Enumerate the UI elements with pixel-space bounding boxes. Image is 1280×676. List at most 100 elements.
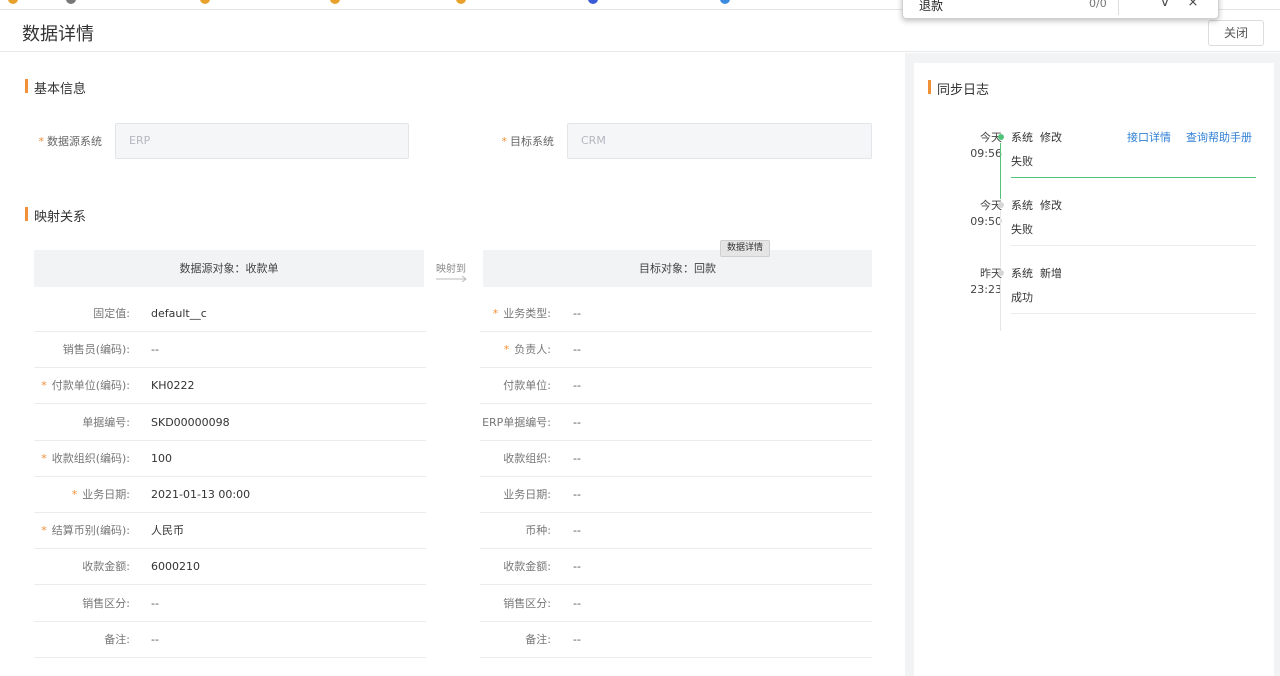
page-title: 数据详情: [22, 24, 94, 45]
required-marker: *: [41, 379, 47, 393]
bookmark-icon[interactable]: [456, 0, 470, 6]
field-label: 收款金额:: [34, 549, 130, 585]
source-system-field[interactable]: ERP: [115, 123, 409, 159]
map-to-label: 映射到: [436, 264, 466, 275]
field-label-text: 业务类型:: [503, 307, 551, 320]
table-row: 固定值: default__c: [34, 296, 426, 332]
find-close-icon[interactable]: ×: [1183, 0, 1203, 13]
find-in-page-bar: 退款 0/0 ^ v ×: [902, 0, 1219, 19]
find-next-icon[interactable]: v: [1155, 0, 1175, 13]
field-label-text: 币种:: [525, 524, 551, 538]
bookmark-icon[interactable]: [200, 0, 214, 6]
log-time: 09:50: [970, 215, 1002, 228]
field-value: 6000210: [151, 560, 200, 574]
field-label: 币种:: [480, 513, 551, 549]
field-label-text: 收款金额:: [503, 560, 551, 574]
sync-log-title: 同步日志: [928, 79, 989, 98]
timeline-line: [1000, 211, 1001, 267]
interface-detail-link[interactable]: 接口详情: [1127, 129, 1171, 145]
field-label: 备注:: [34, 622, 130, 658]
log-actor-action: 系统 修改: [1011, 129, 1062, 145]
field-value: 2021-01-13 00:00: [151, 488, 251, 501]
field-value: --: [151, 632, 159, 646]
field-value[interactable]: --: [573, 441, 581, 477]
log-day: 今天: [980, 131, 1002, 144]
field-label: 收款金额:: [480, 549, 551, 585]
field-value[interactable]: --: [573, 368, 581, 404]
find-match-count: 0/0: [1089, 0, 1107, 10]
bookmark-icon[interactable]: [8, 0, 22, 6]
field-label-text: 单据编号:: [82, 415, 130, 429]
table-row: 单据编号: SKD00000098: [34, 405, 426, 441]
table-row: * 付款单位(编码): KH0222: [34, 368, 426, 405]
table-row: 业务日期: --: [480, 477, 872, 513]
field-value: --: [151, 596, 159, 610]
field-label: * 结算币别(编码):: [34, 513, 130, 549]
target-object-header: 目标对象：回款: [483, 250, 872, 287]
log-time: 09:56: [970, 147, 1002, 160]
field-label: 收款组织:: [480, 441, 551, 477]
log-day: 昨天: [980, 267, 1002, 280]
field-value: 100: [151, 451, 172, 465]
timeline-line: [1000, 143, 1001, 199]
field-value: KH0222: [151, 379, 195, 393]
required-marker: *: [503, 343, 510, 357]
timeline-dot-icon: [998, 270, 1004, 276]
log-divider: [1011, 245, 1256, 246]
field-value: 人民币: [151, 524, 184, 538]
field-label: 销售区分:: [480, 586, 551, 622]
field-label-text: 销售区分:: [503, 596, 551, 610]
field-label-text: 业务日期:: [82, 488, 130, 501]
field-value: --: [573, 560, 581, 574]
required-marker: *: [41, 524, 47, 538]
log-actor: 系统: [1011, 131, 1033, 144]
table-row: 收款金额: --: [480, 549, 872, 586]
timeline-dot-icon: [998, 134, 1004, 140]
timeline-dot-icon: [998, 202, 1004, 208]
find-prev-icon[interactable]: ^: [1129, 0, 1149, 13]
table-row: 备注: --: [34, 622, 426, 658]
timeline-line: [1000, 279, 1001, 331]
field-value: default__c: [151, 307, 207, 320]
field-label: ERP单据编号:: [480, 405, 551, 441]
log-divider: [1011, 177, 1256, 178]
field-value: --: [573, 415, 581, 429]
find-divider: [1118, 0, 1119, 15]
log-time: 23:23: [970, 283, 1002, 296]
bookmark-icon[interactable]: [720, 0, 734, 6]
table-row: 销售区分: --: [34, 586, 426, 622]
field-value: --: [573, 596, 581, 610]
field-label-text: 结算币别(编码):: [51, 524, 130, 538]
source-object-header: 数据源对象：收款单: [34, 250, 424, 287]
bookmark-icon[interactable]: [588, 0, 602, 6]
log-action: 修改: [1040, 199, 1062, 212]
help-manual-link[interactable]: 查询帮助手册: [1186, 129, 1252, 145]
mapping-title: 映射关系: [25, 206, 86, 225]
field-label-text: ERP单据编号:: [482, 415, 551, 429]
field-label: 付款单位:: [480, 368, 551, 404]
target-system-field[interactable]: CRM: [567, 123, 872, 159]
log-day: 今天: [980, 199, 1002, 212]
field-label-text: 负责人:: [514, 343, 551, 357]
field-label-text: 付款单位:: [503, 379, 551, 393]
target-system-label: * 目标系统: [501, 135, 555, 148]
field-label-text: 备注:: [525, 632, 551, 646]
table-row: 收款金额: 6000210: [34, 549, 426, 586]
bookmark-icon[interactable]: [330, 0, 344, 6]
bookmark-icon[interactable]: [66, 0, 80, 6]
field-value: SKD00000098: [151, 415, 230, 429]
table-row: * 结算币别(编码): 人民币: [34, 513, 426, 550]
field-label-text: 固定值:: [93, 307, 130, 320]
basic-info-title: 基本信息: [25, 78, 86, 97]
find-input[interactable]: 退款: [919, 0, 943, 14]
field-value: --: [573, 488, 581, 501]
log-actor: 系统: [1011, 199, 1033, 212]
close-button[interactable]: 关闭: [1208, 20, 1264, 46]
log-divider: [1011, 313, 1256, 314]
table-row: * 业务日期: 2021-01-13 00:00: [34, 477, 426, 513]
required-marker: *: [492, 307, 499, 320]
field-label: 备注:: [480, 622, 551, 658]
log-status: 失败: [1011, 155, 1033, 168]
field-value: --: [573, 632, 581, 646]
